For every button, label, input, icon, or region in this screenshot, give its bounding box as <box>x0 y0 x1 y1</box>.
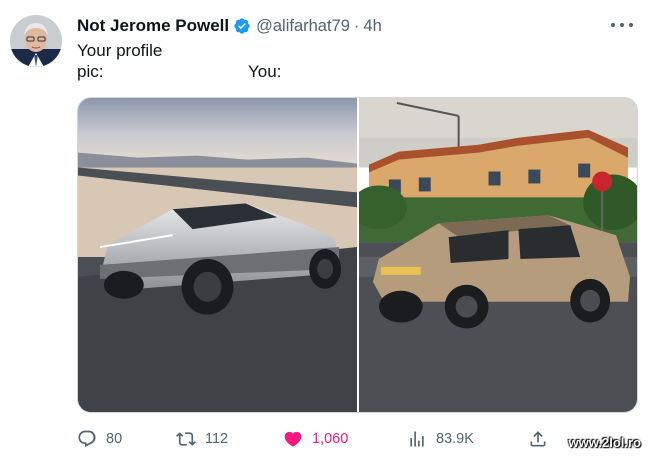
display-name[interactable]: Not Jerome Powell <box>77 16 229 36</box>
more-options-icon[interactable] <box>611 15 633 35</box>
tweet-actions: 80 112 1,060 83.9K <box>77 428 557 450</box>
retweet-count: 112 <box>205 431 229 447</box>
views-chart-icon <box>410 431 424 447</box>
share-icon <box>530 431 546 447</box>
tweet-text-you-label: You: <box>248 62 282 81</box>
retweet-button[interactable]: 112 <box>176 428 228 450</box>
more-dot <box>629 23 633 27</box>
tweet-text-line1: Your profile <box>77 41 163 60</box>
reply-icon <box>78 430 96 448</box>
watermark: www.2lol.ro <box>568 435 641 450</box>
tweet-text: Your profile pic: You: <box>77 40 377 82</box>
tweet-text-line2: pic: You: <box>77 61 377 82</box>
heart-icon <box>284 431 302 447</box>
cardboard-cybertruck-photo[interactable] <box>359 98 637 412</box>
reply-button[interactable]: 80 <box>77 428 122 450</box>
like-count: 1,060 <box>312 431 349 447</box>
views-count: 83.9K <box>436 431 474 447</box>
like-button[interactable]: 1,060 <box>283 428 348 450</box>
tesla-cybertruck-photo[interactable] <box>78 98 357 412</box>
more-dot <box>620 23 624 27</box>
avatar[interactable] <box>10 15 62 67</box>
timestamp[interactable]: 4h <box>363 17 381 36</box>
verified-badge-icon[interactable] <box>233 17 251 35</box>
more-dot <box>611 23 615 27</box>
tweet-text-pic-label: pic: <box>77 62 104 81</box>
user-handle[interactable]: @alifarhat79 <box>256 17 350 36</box>
separator-dot: · <box>353 16 360 35</box>
retweet-icon <box>176 432 196 446</box>
views-button[interactable]: 83.9K <box>407 428 474 450</box>
tweet-header: Not Jerome Powell @alifarhat79 · 4h <box>77 15 382 37</box>
tweet-media[interactable] <box>77 97 638 413</box>
reply-count: 80 <box>106 431 123 447</box>
share-button[interactable] <box>528 428 557 450</box>
